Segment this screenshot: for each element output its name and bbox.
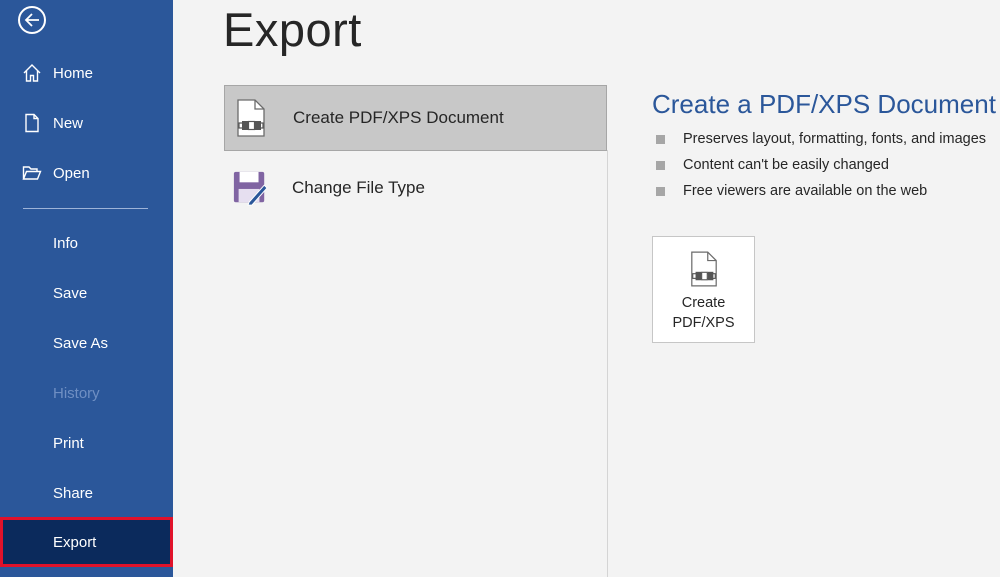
bullet-text: Preserves layout, formatting, fonts, and… — [683, 131, 987, 147]
nav-share[interactable]: Share — [0, 468, 173, 518]
nav-label: Print — [53, 434, 84, 452]
list-item: Preserves layout, formatting, fonts, and… — [656, 126, 986, 152]
nav-label: Open — [53, 164, 90, 182]
nav-history: History — [0, 368, 173, 418]
nav-home[interactable]: Home — [0, 48, 173, 98]
option-label: Create PDF/XPS Document — [293, 108, 504, 127]
bullet-text: Content can't be easily changed — [683, 157, 889, 173]
export-option-change-file-type[interactable]: Change File Type — [224, 155, 607, 221]
create-pdf-xps-button[interactable]: Create PDF/XPS — [652, 236, 755, 343]
nav-label: Info — [53, 234, 79, 252]
pdf-document-icon — [233, 98, 269, 138]
nav-label: Share — [53, 484, 94, 502]
nav-label: Export — [53, 533, 97, 551]
arrow-left-circle-icon — [24, 13, 39, 27]
bullet-icon — [656, 186, 665, 196]
nav-export[interactable]: Export — [0, 517, 173, 567]
bullet-text: Free viewers are available on the web — [683, 183, 928, 199]
home-icon — [22, 63, 42, 83]
nav-label: Home — [53, 64, 94, 82]
nav-save[interactable]: Save — [0, 268, 173, 318]
new-document-icon — [22, 113, 42, 133]
backstage-sidebar: Home New Open Info Save Save As History … — [0, 0, 173, 577]
nav-open[interactable]: Open — [0, 148, 173, 198]
feature-list: Preserves layout, formatting, fonts, and… — [656, 126, 986, 204]
list-item: Content can't be easily changed — [656, 152, 986, 178]
export-option-create-pdf[interactable]: Create PDF/XPS Document — [224, 85, 607, 151]
page-title: Export — [223, 3, 362, 56]
nav-label: Save As — [53, 334, 109, 352]
back-button[interactable] — [18, 6, 46, 34]
detail-title: Create a PDF/XPS Document — [652, 89, 996, 119]
folder-open-icon — [22, 163, 42, 183]
nav-new[interactable]: New — [0, 98, 173, 148]
button-label: Create PDF/XPS — [659, 293, 749, 333]
bullet-icon — [656, 134, 665, 144]
pdf-document-icon — [690, 251, 717, 287]
save-as-file-icon — [232, 168, 268, 208]
nav-info[interactable]: Info — [0, 218, 173, 268]
bullet-icon — [656, 160, 665, 170]
list-item: Free viewers are available on the web — [656, 178, 986, 204]
nav-print[interactable]: Print — [0, 418, 173, 468]
nav-label: Save — [53, 284, 88, 302]
panel-divider — [607, 150, 608, 577]
nav-label: History — [53, 384, 100, 402]
nav-label: New — [53, 114, 84, 132]
button-label-line2: PDF/XPS — [672, 315, 735, 331]
nav-save-as[interactable]: Save As — [0, 318, 173, 368]
sidebar-divider — [23, 208, 148, 209]
option-label: Change File Type — [292, 178, 425, 197]
button-label-line1: Create — [681, 295, 726, 311]
